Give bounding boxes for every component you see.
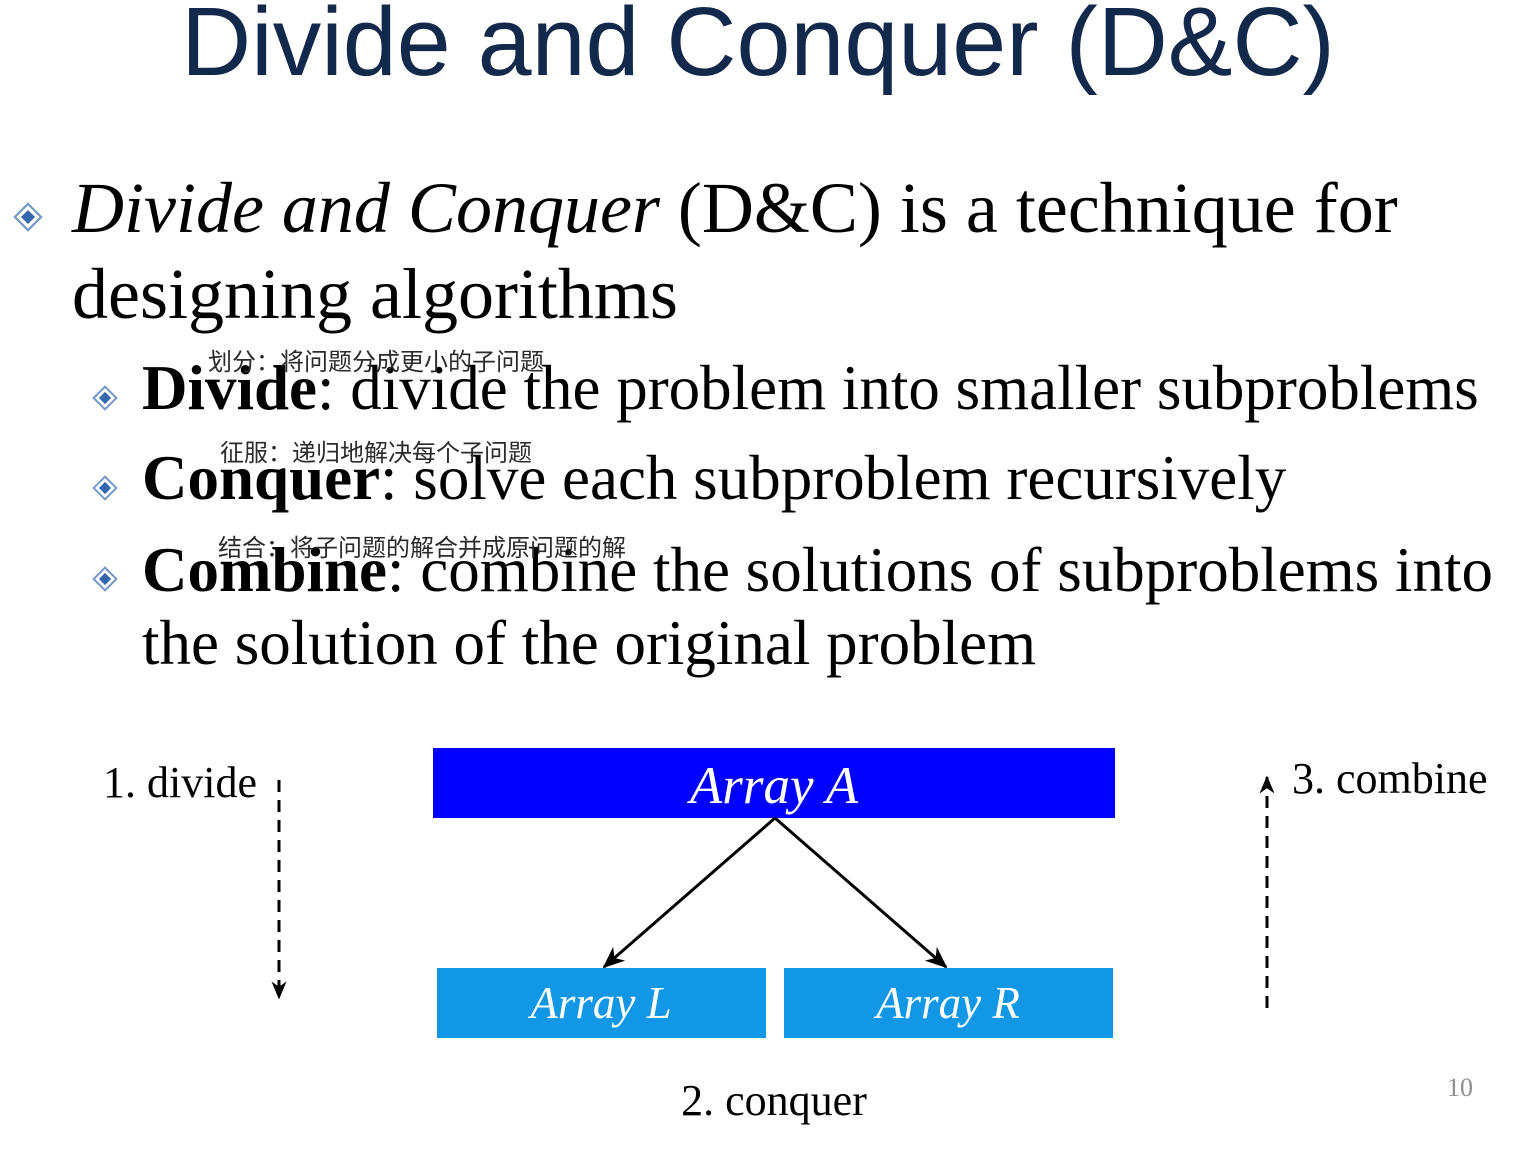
divide-and-conquer-diagram: 1. divide 3. combine Array A Array L Arr… <box>103 748 1488 1125</box>
sub-bullet-conquer-annotation: 征服：递归地解决每个子问题 <box>220 439 532 467</box>
page-number: 10 <box>1447 1073 1473 1102</box>
diamond-bullet-icon <box>92 566 118 592</box>
step-combine-label: 3. combine <box>1292 754 1488 803</box>
split-arrow-right <box>774 816 948 969</box>
array-l-label: Array L <box>527 978 671 1028</box>
bullet-1-italic-term: Divide and Conquer <box>72 168 660 248</box>
step-divide-label: 1. divide <box>103 758 257 807</box>
diamond-bullet-icon <box>92 385 118 411</box>
sub-bullet-combine-continuation: the solution of the original problem <box>142 608 1037 678</box>
slide-title: Divide and Conquer (D&C) <box>181 0 1335 96</box>
array-r-label: Array R <box>873 978 1020 1028</box>
step-conquer-label: 2. conquer <box>681 1076 867 1125</box>
diamond-bullet-icon <box>13 202 43 232</box>
slide: Divide and Conquer (D&C) Divide and Conq… <box>0 0 1516 1156</box>
bullet-1-text: (D&C) is a technique for <box>659 168 1398 248</box>
bullet-1-line-2: designing algorithms <box>72 254 678 334</box>
array-a-label: Array A <box>687 757 859 815</box>
sub-bullet-divide-annotation: 划分：将问题分成更小的子问题 <box>208 348 544 376</box>
bullet-1-line-1: Divide and Conquer (D&C) is a technique … <box>72 172 1398 244</box>
sub-bullet-combine-annotation: 结合：将子问题的解合并成原问题的解 <box>218 534 626 562</box>
diamond-bullet-icon <box>92 475 118 501</box>
split-arrow-left <box>602 816 776 969</box>
